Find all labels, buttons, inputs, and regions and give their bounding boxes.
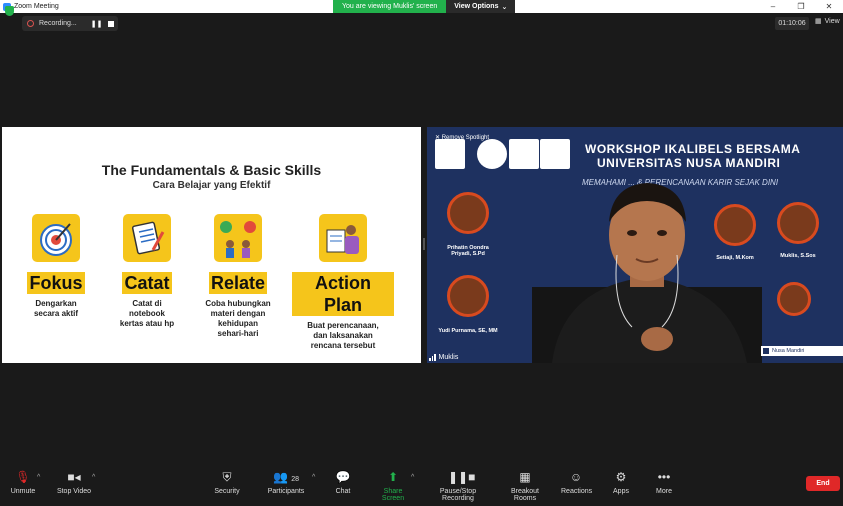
view-label: View <box>824 17 840 25</box>
seal-logo <box>477 139 507 169</box>
participant-video-tile[interactable]: ✕ Remove Spotlight WORKSHOP IKALIBELS BE… <box>427 127 843 363</box>
breakout-grid-icon: ▦ <box>519 470 531 484</box>
speaker-name: Yudi Purnama, SE, MM <box>438 328 498 334</box>
pause-stop-recording-button[interactable]: ❚❚■ Pause/Stop Recording <box>424 470 492 502</box>
emoji-plus-icon: ☺ <box>569 470 583 484</box>
skill-title: Fokus <box>27 272 85 294</box>
grid-view-icon: ▦ <box>815 18 822 25</box>
skill-column-fokus: Fokus Dengarkan secara aktif <box>6 214 106 319</box>
meeting-timer: 01:10:06 <box>775 17 809 30</box>
breakout-rooms-button[interactable]: ▦ Breakout Rooms <box>500 470 550 502</box>
video-options-caret-icon[interactable]: ^ <box>92 474 95 481</box>
more-button[interactable]: ••• More <box>652 470 676 495</box>
poster-title-line1: WORKSHOP IKALIBELS BERSAMA <box>585 142 801 156</box>
viewing-banner: You are viewing Muklis' screen View Opti… <box>333 0 516 13</box>
apps-icon: ⚙ <box>615 470 627 484</box>
audio-options-caret-icon[interactable]: ^ <box>37 474 40 481</box>
microphone-muted-icon: 🎙 <box>15 470 31 484</box>
unmute-button[interactable]: 🎙 Unmute <box>8 470 38 495</box>
speaker-photo <box>447 192 489 234</box>
view-options-button[interactable]: View Options ⌄ <box>446 0 516 13</box>
skill-column-relate: Relate Coba hubungkan materi dengan kehidu… <box>188 214 288 339</box>
people-connect-icon <box>214 214 262 262</box>
skill-desc: Coba hubungkan materi dengan kehidupan seha… <box>205 299 271 338</box>
pause-stop-icon: ❚❚■ <box>448 470 476 484</box>
target-icon <box>32 214 80 262</box>
recording-label: Recording... <box>39 20 77 27</box>
recording-indicator: Recording... ❚❚ <box>22 16 118 31</box>
presenter-video <box>532 183 762 363</box>
share-arrow-icon: ⬆ <box>387 470 399 484</box>
chevron-down-icon: ⌄ <box>501 3 508 11</box>
restore-icon[interactable]: ❐ <box>787 0 815 13</box>
speaker-photo <box>777 282 811 316</box>
planning-person-icon <box>319 214 367 262</box>
recording-dot-icon <box>27 20 34 27</box>
participant-name-label: Muklis <box>429 354 458 361</box>
security-button[interactable]: ⛨ Security <box>212 470 242 495</box>
skill-column-action-plan: Action Plan Buat perencanaan, dan laksana… <box>292 214 394 351</box>
share-options-caret-icon[interactable]: ^ <box>411 474 414 481</box>
signal-bars-icon <box>429 354 436 361</box>
skill-title: Catat <box>122 272 172 294</box>
brand-logo-icon <box>763 348 769 354</box>
slide-title: The Fundamentals & Basic Skills <box>101 162 322 178</box>
pause-recording-icon[interactable]: ❚❚ <box>91 20 103 28</box>
window-controls: – ❐ ✕ <box>759 0 843 13</box>
end-meeting-button[interactable]: End <box>806 476 840 491</box>
speaker-name: Muklis, S.Sos <box>780 253 816 259</box>
minimize-icon[interactable]: – <box>759 0 787 13</box>
emblem-logo <box>509 139 539 169</box>
participants-icon: 👥 28 <box>272 470 300 484</box>
chat-bubble-icon: 💬 <box>335 470 351 484</box>
university-logo <box>435 139 465 169</box>
view-button[interactable]: ▦ View <box>815 17 840 26</box>
view-options-label: View Options <box>454 3 499 10</box>
speaker-photo <box>777 202 819 244</box>
partner-logo <box>540 139 570 169</box>
shield-icon: ⛨ <box>222 470 232 484</box>
share-screen-button[interactable]: ⬆ Share Screen <box>372 470 414 502</box>
skill-desc: Buat perencanaan, dan laksanakan rencana t… <box>307 321 379 350</box>
meeting-toolbar: 🎙 Unmute ^ ■◂ Stop Video ^ ⛨ Security 👥 … <box>0 466 843 506</box>
viewing-banner-text: You are viewing Muklis' screen <box>333 0 447 13</box>
shared-screen-slide: The Fundamentals & Basic Skills Cara Bel… <box>2 127 421 363</box>
reactions-button[interactable]: ☺ Reactions <box>561 470 592 495</box>
chat-button[interactable]: 💬 Chat <box>331 470 355 495</box>
speaker-photo <box>447 275 489 317</box>
apps-button[interactable]: ⚙ Apps <box>609 470 633 495</box>
notebook-icon <box>123 214 171 262</box>
brand-strip: Nusa Mandiri <box>761 346 843 356</box>
skill-column-catat: Catat Catat di notebook kertas atau hp <box>97 214 197 329</box>
encryption-shield-icon[interactable] <box>5 6 14 16</box>
speaker-name: Prihatin Oondra Priyadi, S.Pd <box>447 245 489 257</box>
slide-subtitle: Cara Belajar yang Efektif <box>152 180 271 191</box>
skill-desc: Dengarkan secara aktif <box>33 299 79 318</box>
window-title: Zoom Meeting <box>14 3 59 10</box>
split-view-divider[interactable] <box>423 238 425 250</box>
video-camera-icon: ■◂ <box>67 470 81 484</box>
stop-video-button[interactable]: ■◂ Stop Video <box>55 470 93 495</box>
skill-desc: Catat di notebook kertas atau hp <box>119 299 175 328</box>
skill-title: Relate <box>208 272 268 294</box>
close-icon[interactable]: ✕ <box>815 0 843 13</box>
more-dots-icon: ••• <box>657 470 671 484</box>
participants-caret-icon[interactable]: ^ <box>312 474 315 481</box>
participants-button[interactable]: 👥 28 Participants <box>266 470 306 495</box>
skill-title: Action Plan <box>292 272 394 316</box>
stop-recording-icon[interactable] <box>108 20 115 27</box>
